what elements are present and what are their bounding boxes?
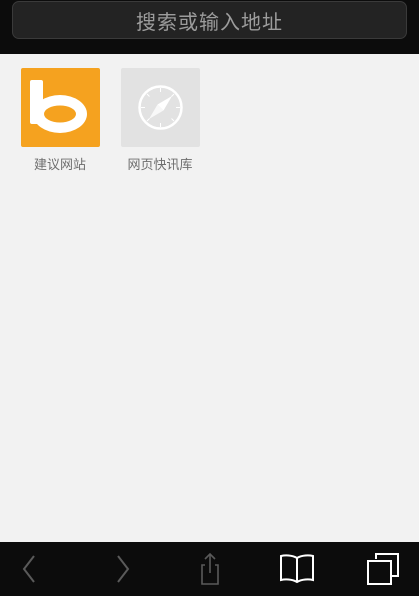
forward-button[interactable]	[102, 542, 142, 596]
search-placeholder: 搜索或输入地址	[136, 9, 283, 34]
tabs-pages-icon	[367, 553, 399, 585]
address-bar: 搜索或输入地址	[0, 0, 419, 54]
tabs-button[interactable]	[362, 542, 404, 596]
back-button[interactable]	[10, 542, 50, 596]
bing-logo-icon	[20, 68, 100, 147]
forward-arrow-icon	[117, 555, 130, 583]
share-button[interactable]	[190, 542, 230, 596]
bookmarks-book-icon	[280, 554, 314, 584]
favorites-area: 建议网站 网页快讯库	[0, 54, 419, 542]
back-arrow-icon	[22, 555, 35, 583]
bookmarks-button[interactable]	[276, 542, 318, 596]
search-input[interactable]: 搜索或输入地址	[12, 1, 407, 39]
favorite-label: 建议网站	[33, 158, 86, 173]
safari-compass-icon	[120, 68, 200, 147]
favorite-label: 网页快讯库	[127, 158, 193, 173]
favorite-tile-web-clips[interactable]: 网页快讯库	[120, 68, 200, 173]
share-icon	[201, 552, 219, 585]
favorite-tile-suggested-sites[interactable]: 建议网站	[20, 68, 100, 173]
bottom-toolbar	[0, 542, 419, 596]
